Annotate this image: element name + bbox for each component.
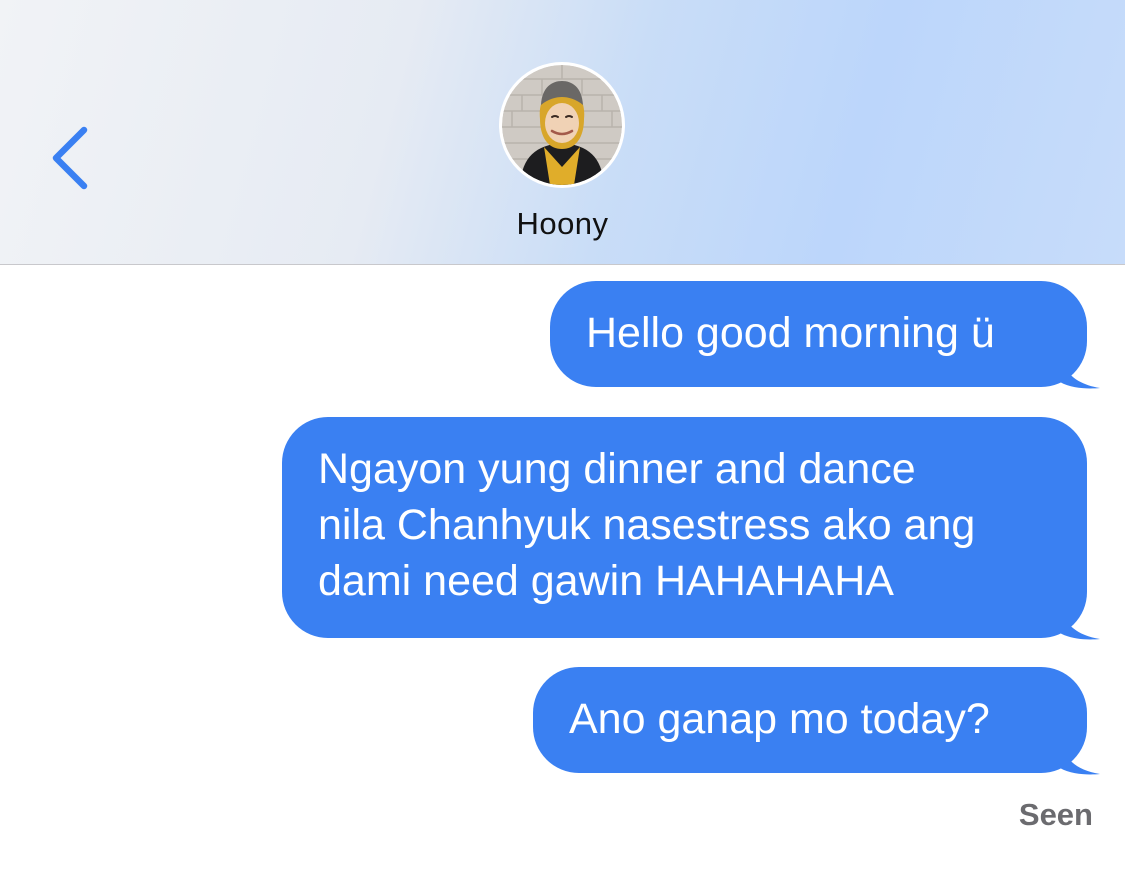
read-receipt: Seen xyxy=(1018,797,1093,832)
message-text: Ano ganap mo today? xyxy=(569,695,990,743)
message-bubble[interactable]: Hello good morning ü xyxy=(550,281,1087,387)
message-text: Ngayon yung dinner and dance nila Chanhy… xyxy=(318,445,976,605)
avatar-photo xyxy=(502,65,622,185)
back-button[interactable] xyxy=(44,118,94,198)
chevron-left-icon xyxy=(52,126,88,190)
contact-name[interactable]: Hoony xyxy=(0,206,1125,242)
message-text: Hello good morning ü xyxy=(586,309,995,357)
message-bubble[interactable]: Ano ganap mo today? xyxy=(533,667,1087,773)
message-bubble[interactable]: Ngayon yung dinner and dance nila Chanhy… xyxy=(282,417,1087,638)
conversation-header: Hoony xyxy=(0,0,1125,265)
contact-avatar[interactable] xyxy=(499,62,625,188)
